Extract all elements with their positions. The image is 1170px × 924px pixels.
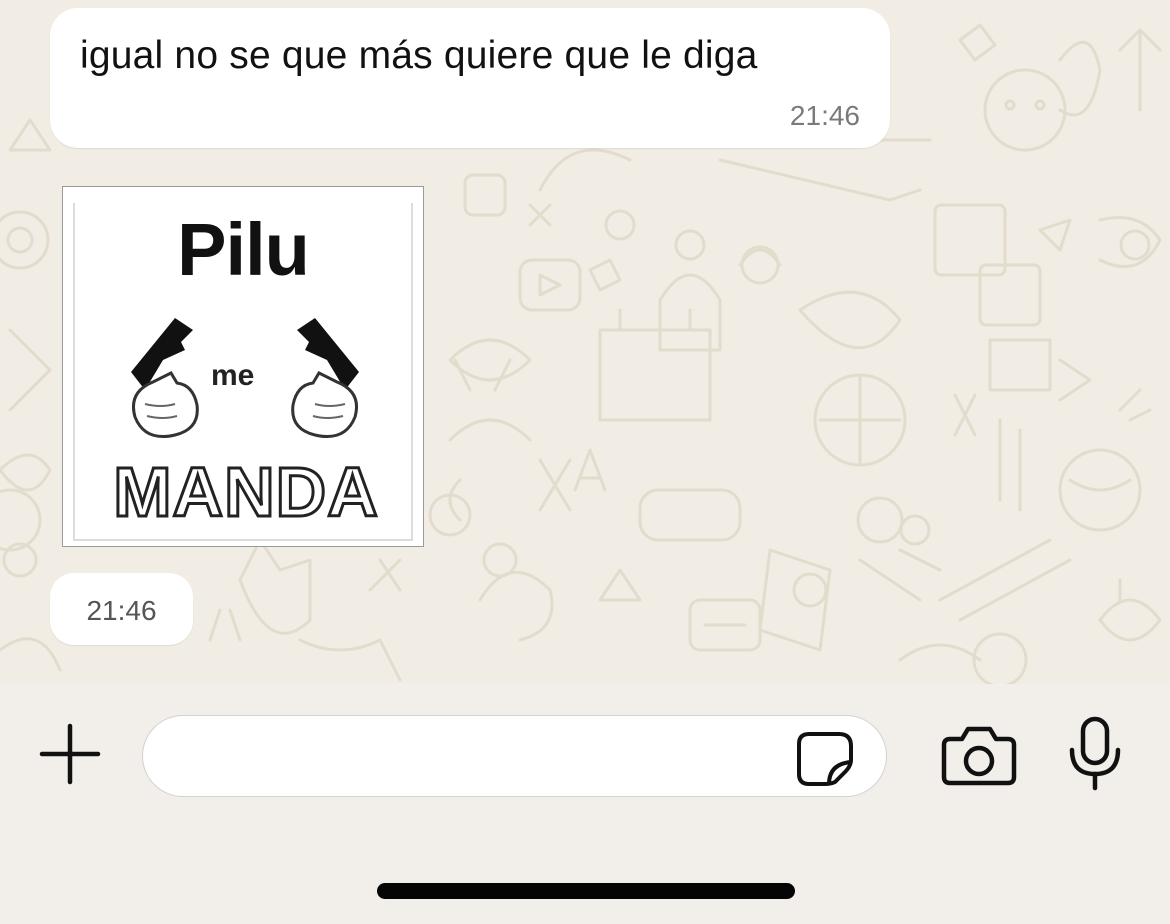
message-text: igual no se que más quiere que le diga bbox=[80, 34, 758, 77]
sticker-text-top: Pilu bbox=[177, 208, 310, 291]
sticker-message[interactable]: Pilu me MANDA bbox=[62, 186, 424, 547]
camera-icon bbox=[941, 726, 1017, 786]
message-list[interactable]: igual no se que más quiere que le diga 2… bbox=[0, 0, 1170, 684]
message-input[interactable] bbox=[173, 734, 803, 778]
incoming-message-bubble[interactable]: igual no se que más quiere que le diga 2… bbox=[50, 8, 890, 148]
sticker-text-bottom: MANDA bbox=[112, 452, 380, 533]
plus-icon bbox=[39, 723, 101, 785]
pointing-gun-hand-right-icon bbox=[291, 318, 359, 438]
sticker-icon bbox=[797, 732, 853, 786]
pointing-gun-hand-left-icon bbox=[131, 318, 199, 438]
chat-screen: igual no se que más quiere que le diga 2… bbox=[0, 0, 1170, 924]
message-timestamp: 21:46 bbox=[789, 100, 860, 131]
voice-message-button[interactable] bbox=[1066, 716, 1124, 792]
message-input-container[interactable] bbox=[142, 715, 887, 797]
home-indicator[interactable] bbox=[377, 883, 795, 899]
sticker-button[interactable] bbox=[795, 730, 857, 786]
message-timestamp: 21:46 bbox=[86, 595, 157, 626]
sticker-timestamp-bubble: 21:46 bbox=[50, 573, 193, 645]
add-attachment-button[interactable] bbox=[38, 722, 102, 786]
microphone-icon bbox=[1069, 716, 1121, 791]
camera-button[interactable] bbox=[940, 725, 1018, 787]
sticker-text-middle: me bbox=[211, 359, 255, 392]
